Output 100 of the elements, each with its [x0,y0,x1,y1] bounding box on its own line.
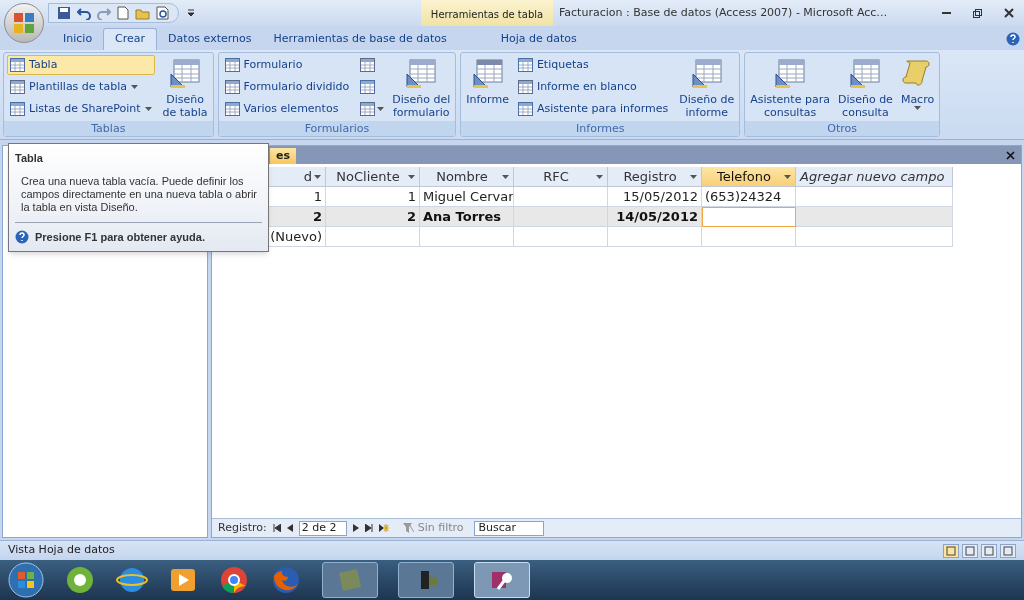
grid-icon [517,80,533,94]
stack-icon [337,567,363,593]
ribbon-large-button[interactable]: Diseño de informe [677,55,737,121]
ribbon-tab[interactable]: Crear [103,28,158,50]
search-field[interactable]: Buscar [473,520,544,536]
help-icon [15,229,29,244]
column-header[interactable]: RFC [514,167,608,187]
next-record-icon[interactable] [352,524,359,532]
table-cell: 15/05/2012 [608,187,702,207]
grid-icon [10,58,25,72]
ribbon-large-button[interactable]: Diseño de tabla [160,55,210,121]
window-title: Facturacion : Base de datos (Access 2007) - Microsoft Acc… [559,4,888,21]
ribbon-button[interactable]: Formulario [221,55,353,75]
caret-icon [314,174,321,179]
group-label: Tablas [4,121,213,136]
disc-app-icon[interactable] [64,564,96,596]
caret-icon [690,174,697,179]
table-cell: (653)24324 [702,187,796,207]
ribbon-button[interactable]: Listas de SharePoint [7,99,155,119]
table-design-icon [849,57,882,89]
restore-icon[interactable] [973,8,982,18]
print-preview-icon[interactable] [156,6,170,20]
grid-icon [360,80,376,94]
table-cell: 1 [326,187,420,207]
tooltip-help-text: Presione F1 para obtener ayuda. [35,229,205,245]
ribbon-button[interactable]: Tabla [7,55,155,75]
table-design-icon [169,57,202,89]
table-cell: Miguel Cervar [420,187,514,207]
table-cell: 14/05/2012 [608,207,702,227]
table-cell: Ana Torres [420,207,514,227]
caret-icon [408,174,415,179]
ribbon-large-button[interactable]: Macro [898,55,937,121]
start-button-icon[interactable] [8,562,44,598]
group-label: Formularios [218,121,456,136]
funnel-icon [402,523,414,533]
customize-toolbar-icon[interactable] [187,9,195,17]
column-header[interactable]: Agregar nuevo campo [796,167,953,187]
table-cell: 2 [326,207,420,227]
ribbon-tab[interactable]: Hoja de datos [489,28,588,50]
record-label: Registro: [218,519,267,536]
taskbar-button[interactable] [398,562,454,598]
grid-icon [224,80,240,94]
caret-icon [144,107,152,111]
new-document-icon[interactable] [117,6,129,20]
document-tab[interactable]: es [270,148,296,164]
ribbon-large-button[interactable]: Diseño del formulario [390,55,453,121]
ribbon-button[interactable]: Informe en blanco [514,77,672,97]
new-record-icon[interactable] [378,524,389,532]
previous-record-icon[interactable] [286,524,293,532]
context-tab-title: Herramientas de tabla [430,8,544,22]
caret-icon [914,106,922,110]
ribbon-icon-button[interactable] [358,99,387,119]
help-icon[interactable] [1006,32,1020,46]
ribbon-tab[interactable]: Herramientas de base de datos [262,28,458,50]
record-position-field[interactable]: 2 de 2 [298,520,347,536]
status-text: Vista Hoja de datos [8,542,115,559]
undo-icon[interactable] [77,6,91,20]
table-design-icon [690,57,723,89]
taskbar-button[interactable] [474,562,530,598]
ribbon-button[interactable]: Etiquetas [514,55,672,75]
grid-icon [360,102,376,116]
grid-icon [224,102,240,116]
ribbon-button[interactable]: Varios elementos [221,99,353,119]
table-design-icon [471,57,504,89]
ribbon-tab[interactable]: Inicio [52,28,104,50]
table-design-icon [774,57,807,89]
office-button[interactable] [4,3,44,43]
chrome-browser-icon[interactable] [218,564,250,596]
grid-icon [10,80,25,94]
ribbon-large-button[interactable]: Informe [464,55,511,121]
caret-icon [502,174,509,179]
last-record-icon[interactable] [364,524,373,532]
caret-icon [130,85,138,89]
group-label: Informes [461,121,740,136]
ribbon-tab[interactable]: Datos externos [157,28,263,50]
caret-icon [377,107,385,111]
office-logo-icon [13,12,35,34]
ribbon-button[interactable]: Asistente para informes [514,99,672,119]
column-header[interactable]: NoCliente [326,167,420,187]
ribbon-large-button[interactable]: Asistente para consultas [748,55,832,121]
minimize-icon[interactable] [942,11,951,15]
ribbon-button[interactable]: Formulario dividido [221,77,353,97]
first-record-icon[interactable] [272,524,281,532]
column-header[interactable]: Telefono [702,167,796,187]
caret-icon [784,174,791,179]
grid-icon [517,58,533,72]
save-icon[interactable] [57,6,71,20]
column-header[interactable]: Registro [608,167,702,187]
grid-icon [224,58,240,72]
group-label: Otros [745,121,940,136]
grid-icon [10,102,25,116]
close-icon[interactable] [1006,151,1015,160]
ribbon-button[interactable]: Plantillas de tabla [7,77,155,97]
table-design-icon [405,57,438,89]
close-icon[interactable] [1004,8,1014,18]
ribbon-large-button[interactable]: Diseño de consulta [835,55,895,121]
grid-icon [360,58,376,72]
caret-icon [596,174,603,179]
firefox-browser-icon[interactable] [270,564,302,596]
column-header[interactable]: Nombre [420,167,514,187]
